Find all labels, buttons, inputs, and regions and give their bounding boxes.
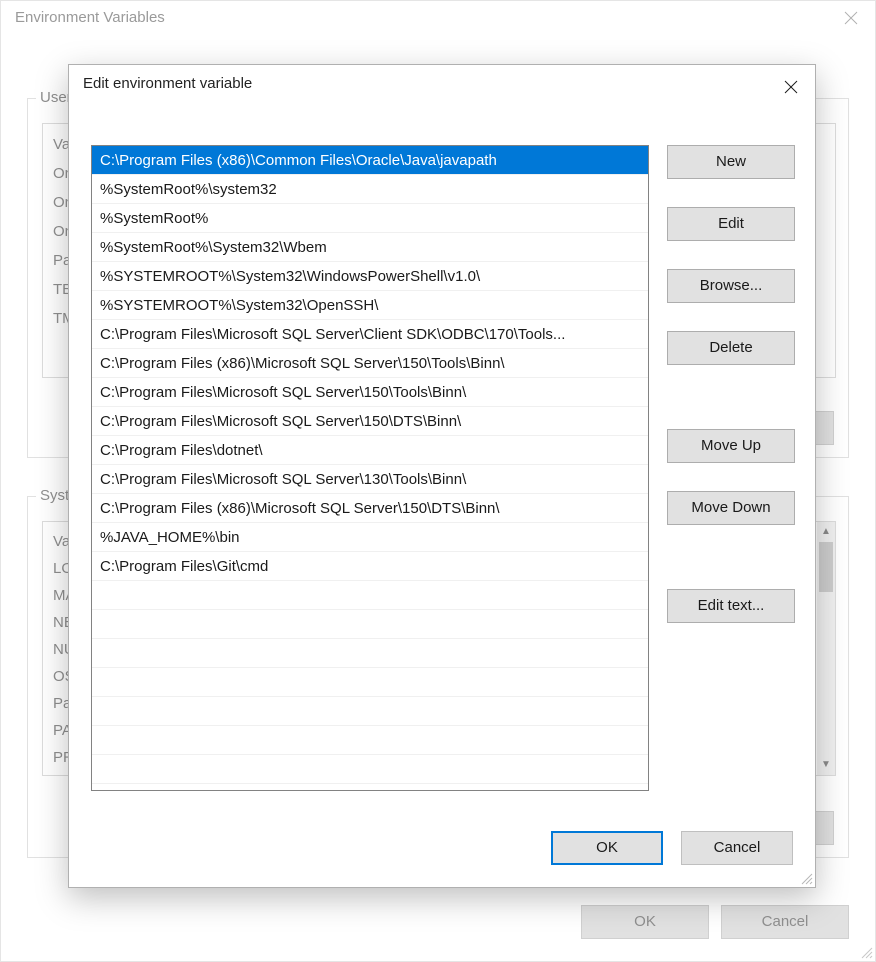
path-entry-empty[interactable]: [92, 610, 648, 639]
path-entry[interactable]: C:\Program Files (x86)\Microsoft SQL Ser…: [92, 349, 648, 378]
path-entry[interactable]: %SystemRoot%: [92, 204, 648, 233]
parent-resize-grip[interactable]: [859, 945, 873, 959]
parent-close-button[interactable]: [839, 9, 863, 33]
resize-grip-icon: [859, 945, 873, 959]
path-entry[interactable]: %SystemRoot%\System32\Wbem: [92, 233, 648, 262]
modal-resize-grip[interactable]: [799, 871, 813, 885]
edit-button[interactable]: Edit: [667, 207, 795, 241]
path-entry-empty[interactable]: [92, 668, 648, 697]
modal-title: Edit environment variable: [83, 75, 252, 92]
edit-environment-variable-dialog: Edit environment variable C:\Program Fil…: [68, 64, 816, 888]
path-entry[interactable]: C:\Program Files\Microsoft SQL Server\Cl…: [92, 320, 648, 349]
path-entry-empty[interactable]: [92, 726, 648, 755]
path-entry-empty[interactable]: [92, 581, 648, 610]
move-down-button[interactable]: Move Down: [667, 491, 795, 525]
modal-close-button[interactable]: [777, 73, 805, 101]
path-entry-empty[interactable]: [92, 639, 648, 668]
path-entry[interactable]: C:\Program Files\dotnet\: [92, 436, 648, 465]
modal-side-buttons: New Edit Browse... Delete Move Up Move D…: [667, 145, 795, 651]
path-entry-empty[interactable]: [92, 697, 648, 726]
delete-button[interactable]: Delete: [667, 331, 795, 365]
modal-titlebar: Edit environment variable: [69, 65, 815, 107]
path-entry[interactable]: C:\Program Files (x86)\Microsoft SQL Ser…: [92, 494, 648, 523]
resize-grip-icon: [799, 871, 813, 885]
new-button[interactable]: New: [667, 145, 795, 179]
path-entry[interactable]: C:\Program Files\Microsoft SQL Server\15…: [92, 378, 648, 407]
parent-ok-button[interactable]: OK: [581, 905, 709, 939]
scroll-up-icon[interactable]: ▲: [817, 522, 835, 542]
path-entry[interactable]: %SYSTEMROOT%\System32\OpenSSH\: [92, 291, 648, 320]
move-up-button[interactable]: Move Up: [667, 429, 795, 463]
path-entry[interactable]: %SYSTEMROOT%\System32\WindowsPowerShell\…: [92, 262, 648, 291]
browse-button[interactable]: Browse...: [667, 269, 795, 303]
cancel-button[interactable]: Cancel: [681, 831, 793, 865]
close-icon: [844, 11, 858, 25]
path-entry[interactable]: C:\Program Files\Microsoft SQL Server\13…: [92, 465, 648, 494]
modal-footer-buttons: OK Cancel: [551, 831, 793, 865]
parent-window-title: Environment Variables: [15, 9, 165, 26]
parent-footer-buttons: OK Cancel: [1, 905, 849, 939]
close-icon: [784, 80, 798, 94]
ok-button[interactable]: OK: [551, 831, 663, 865]
parent-titlebar: Environment Variables: [1, 1, 875, 41]
path-entries-list[interactable]: C:\Program Files (x86)\Common Files\Orac…: [91, 145, 649, 791]
path-entry[interactable]: %SystemRoot%\system32: [92, 175, 648, 204]
path-entry[interactable]: C:\Program Files\Git\cmd: [92, 552, 648, 581]
parent-cancel-button[interactable]: Cancel: [721, 905, 849, 939]
edit-text-button[interactable]: Edit text...: [667, 589, 795, 623]
scroll-thumb[interactable]: [819, 542, 833, 592]
path-entry-empty[interactable]: [92, 755, 648, 784]
path-entry[interactable]: %JAVA_HOME%\bin: [92, 523, 648, 552]
scroll-track[interactable]: [817, 592, 835, 755]
path-entry[interactable]: C:\Program Files (x86)\Common Files\Orac…: [92, 146, 648, 175]
scroll-down-icon[interactable]: ▼: [817, 755, 835, 775]
system-list-scrollbar[interactable]: ▲ ▼: [817, 522, 835, 775]
path-entry[interactable]: C:\Program Files\Microsoft SQL Server\15…: [92, 407, 648, 436]
